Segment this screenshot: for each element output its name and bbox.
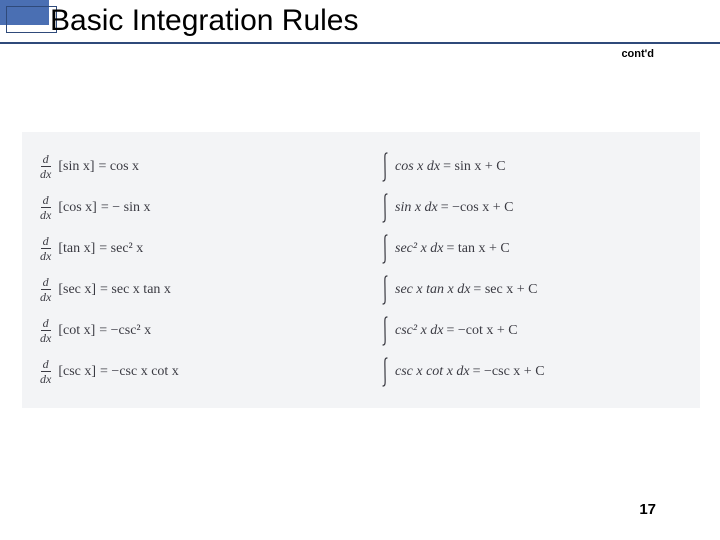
integral-result: = sec x + C	[473, 282, 537, 298]
integral-icon	[380, 151, 390, 183]
derivative-of: [cos x]	[58, 200, 97, 216]
d-dx-icon: d dx	[40, 276, 51, 303]
integral-cell: sec x tan x dx = sec x + C	[380, 274, 537, 306]
derivative-of: [tan x]	[58, 241, 95, 257]
integral-cell: csc² x dx = −cot x + C	[380, 315, 518, 347]
formula-row: d dx [csc x] = −csc x cot x csc x cot x …	[40, 351, 682, 392]
formula-row: d dx [sin x] = cos x cos x dx = sin x + …	[40, 146, 682, 187]
derivative-cell: d dx [csc x] = −csc x cot x	[40, 358, 340, 385]
integral-result: = −cot x + C	[447, 323, 518, 339]
integral-result: = −cos x + C	[441, 200, 514, 216]
d-dx-icon: d dx	[40, 358, 51, 385]
integrand: sec² x dx	[395, 241, 444, 257]
formula-table: d dx [sin x] = cos x cos x dx = sin x + …	[22, 132, 700, 408]
derivative-of: [sin x]	[58, 159, 94, 175]
derivative-result: = − sin x	[101, 200, 151, 216]
integral-icon	[380, 356, 390, 388]
integrand: csc x cot x dx	[395, 364, 470, 380]
integrand: sec x tan x dx	[395, 282, 470, 298]
integral-icon	[380, 192, 390, 224]
integral-icon	[380, 315, 390, 347]
derivative-cell: d dx [tan x] = sec² x	[40, 235, 340, 262]
integral-icon	[380, 274, 390, 306]
integral-result: = −csc x + C	[473, 364, 545, 380]
integral-result: = tan x + C	[447, 241, 510, 257]
continued-label: cont'd	[621, 48, 654, 60]
derivative-cell: d dx [sin x] = cos x	[40, 153, 340, 180]
formula-row: d dx [tan x] = sec² x sec² x dx = tan x …	[40, 228, 682, 269]
formula-row: d dx [sec x] = sec x tan x sec x tan x d…	[40, 269, 682, 310]
slide: Basic Integration Rules cont'd d dx [sin…	[0, 0, 720, 540]
derivative-result: = −csc² x	[99, 323, 151, 339]
integrand: cos x dx	[395, 159, 440, 175]
integrand: sin x dx	[395, 200, 438, 216]
derivative-cell: d dx [sec x] = sec x tan x	[40, 276, 340, 303]
integral-icon	[380, 233, 390, 265]
derivative-cell: d dx [cos x] = − sin x	[40, 194, 340, 221]
heading-underline	[0, 42, 720, 44]
d-dx-icon: d dx	[40, 153, 51, 180]
page-title: Basic Integration Rules	[50, 4, 359, 38]
derivative-of: [sec x]	[58, 282, 96, 298]
derivative-result: = cos x	[99, 159, 140, 175]
integral-result: = sin x + C	[443, 159, 505, 175]
derivative-cell: d dx [cot x] = −csc² x	[40, 317, 340, 344]
d-dx-icon: d dx	[40, 317, 51, 344]
d-dx-icon: d dx	[40, 235, 51, 262]
integral-cell: sin x dx = −cos x + C	[380, 192, 513, 224]
derivative-of: [cot x]	[58, 323, 95, 339]
derivative-result: = sec² x	[99, 241, 143, 257]
derivative-result: = −csc x cot x	[100, 364, 179, 380]
formula-row: d dx [cot x] = −csc² x csc² x dx = −cot …	[40, 310, 682, 351]
formula-row: d dx [cos x] = − sin x sin x dx = −cos x…	[40, 187, 682, 228]
integral-cell: sec² x dx = tan x + C	[380, 233, 510, 265]
derivative-of: [csc x]	[58, 364, 96, 380]
derivative-result: = sec x tan x	[100, 282, 171, 298]
integrand: csc² x dx	[395, 323, 444, 339]
integral-cell: csc x cot x dx = −csc x + C	[380, 356, 545, 388]
page-number: 17	[639, 501, 656, 518]
integral-cell: cos x dx = sin x + C	[380, 151, 506, 183]
d-dx-icon: d dx	[40, 194, 51, 221]
